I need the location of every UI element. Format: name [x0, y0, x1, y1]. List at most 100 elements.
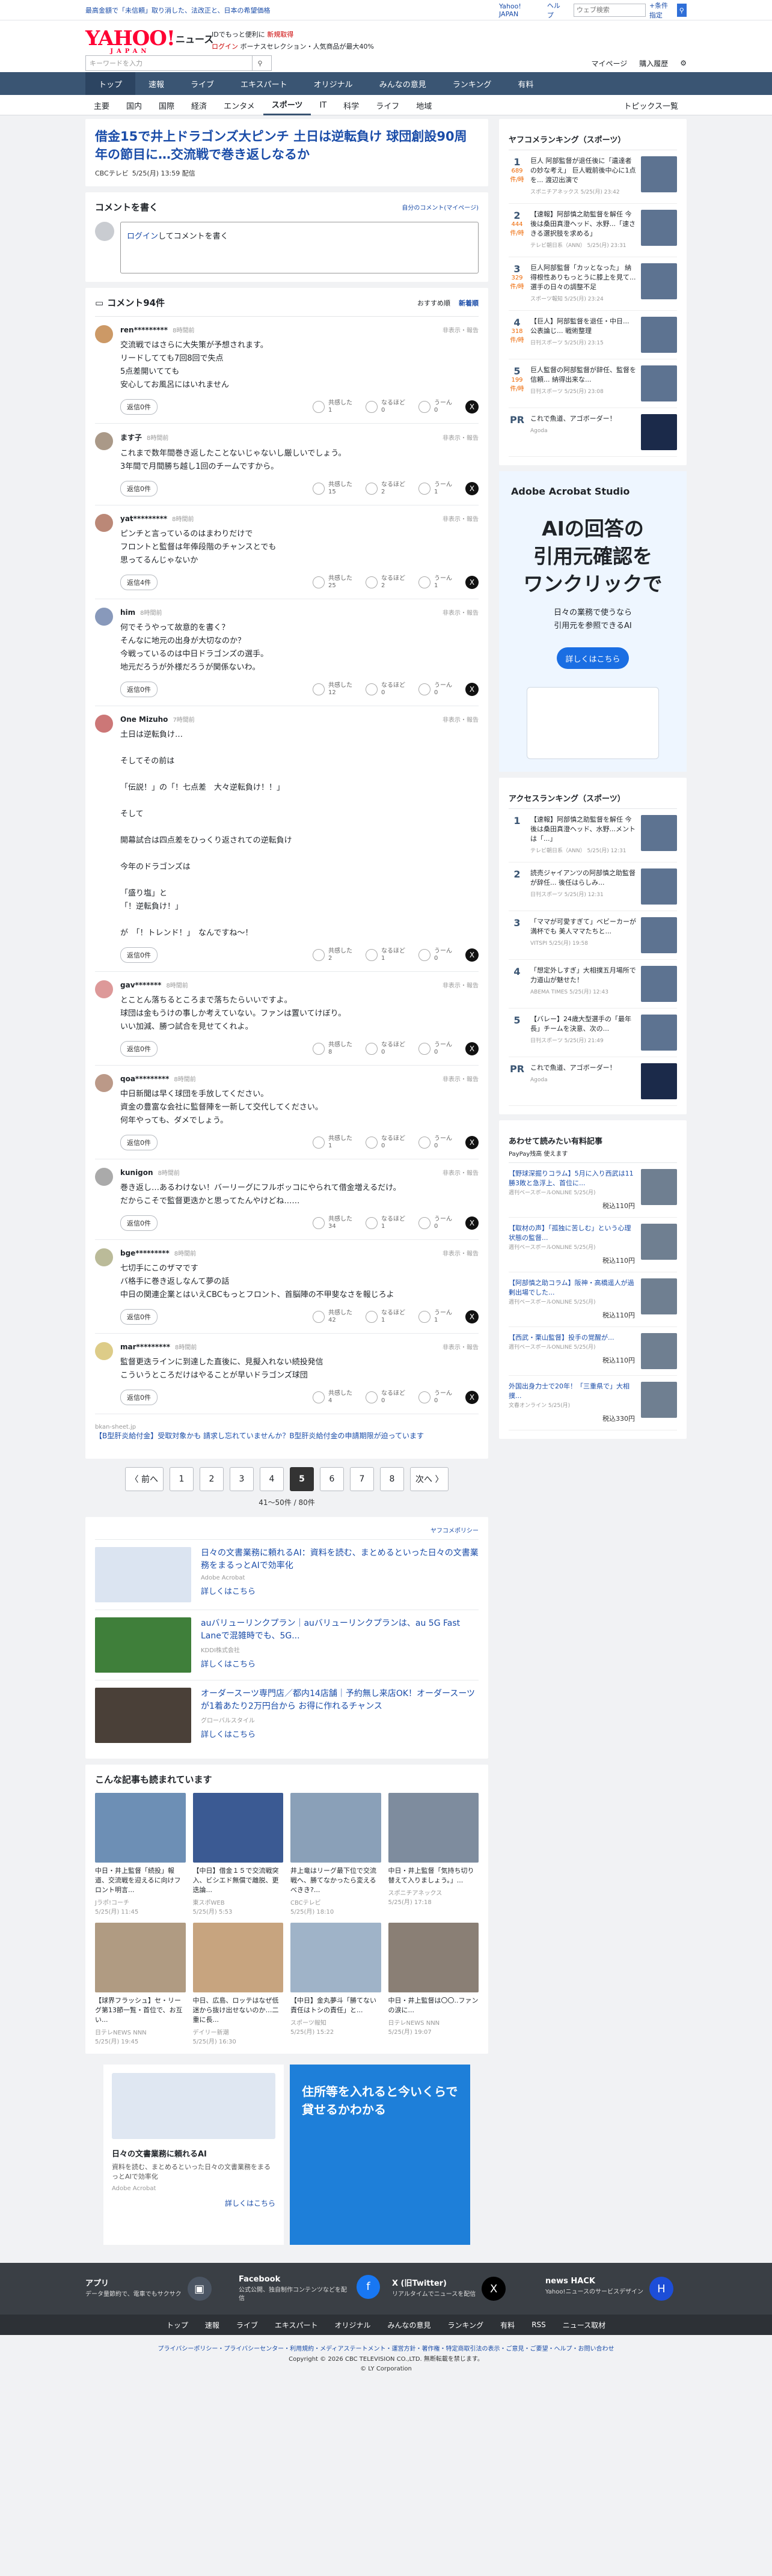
page-number[interactable]: 4	[260, 1467, 284, 1491]
advanced-link[interactable]: +条件指定	[649, 1, 673, 20]
agree-button[interactable]: 共感した 1	[313, 1135, 352, 1150]
related-article[interactable]: 中日・井上監督「続投」報道、交流戦を迎えるに向けフロント明言... Jラポ!コーチ…	[95, 1793, 186, 1915]
topnav-item[interactable]: エキスパート	[227, 72, 301, 95]
x-share-icon[interactable]: X	[465, 1042, 479, 1055]
agree-button[interactable]: 共感した 4	[313, 1390, 352, 1405]
footer-nav-item[interactable]: 有料	[500, 2320, 515, 2330]
web-search-input[interactable]	[573, 4, 646, 17]
report-link[interactable]: 非表示・報告	[443, 433, 479, 442]
footer-nav-item[interactable]: トップ	[167, 2320, 188, 2330]
bottom-ad-right[interactable]: 住所等を入れると今いくらで貸せるかわかる	[290, 2065, 470, 2245]
yahoo-japan-link[interactable]: Yahoo! JAPAN	[499, 2, 539, 18]
related-title[interactable]: 中日・井上監督「気持ち切り替えて入りましょう。」...	[388, 1866, 479, 1885]
related-article[interactable]: 【球界フラッシュ】セ・リーグ第13節一覧・首位で、お互い... 日テレNEWS N…	[95, 1923, 186, 2045]
paid-article[interactable]: 外国出身力士で20年！「三重県で」大相撲... 文春オンライン 5/25(月) 税込…	[509, 1376, 677, 1430]
ad-title[interactable]: auバリューリンクプラン｜auバリューリンクプランは、au 5G Fast La…	[201, 1617, 479, 1643]
prev-button[interactable]: 〈 前へ	[124, 1467, 164, 1491]
category-tab[interactable]: 地域	[408, 95, 440, 115]
comment-textarea[interactable]: ログインしてコメントを書く	[120, 222, 479, 273]
help-link[interactable]: ヘルプ	[547, 1, 565, 20]
ad-link[interactable]: 詳しくはこちら	[201, 1658, 479, 1669]
report-link[interactable]: 非表示・報告	[443, 608, 479, 617]
page-number[interactable]: 5	[290, 1467, 314, 1491]
footer-nav-item[interactable]: ランキング	[448, 2320, 484, 2330]
agree-button[interactable]: 共感した 8	[313, 1042, 352, 1056]
next-button[interactable]: 次へ 〉	[410, 1467, 449, 1491]
insight-button[interactable]: なるほど 0	[366, 682, 405, 697]
category-tab[interactable]: IT	[311, 95, 335, 115]
ranking-title[interactable]: 【巨人】阿部監督を退任・中日... 公表論じ... 戦術整理 日刊スポーツ 5/2…	[530, 317, 636, 353]
hmm-button[interactable]: うーん 0	[418, 682, 452, 697]
ranking-item[interactable]: 1 689 件/時 巨人 阿部監督が退任後に「遺達者の妙な考え」 巨人戦前後中心に1…	[509, 150, 677, 204]
related-title[interactable]: 中日・井上監督「続投」報道、交流戦を迎えるに向けフロント明言...	[95, 1866, 186, 1895]
footer-item[interactable]: アプリ データ量節約で、電車でもサクサク ▣	[85, 2277, 227, 2301]
comment-author[interactable]: kunigon	[120, 1168, 153, 1177]
search-icon[interactable]: ⚲	[252, 56, 268, 70]
article-title[interactable]: 借金15で井上ドラゴンズ大ピンチ 土日は逆転負け 球団創設90周年の節目に…交流…	[95, 127, 479, 163]
agree-button[interactable]: 共感した 25	[313, 575, 352, 590]
insight-button[interactable]: なるほど 0	[366, 1135, 405, 1150]
topnav-item[interactable]: みんなの意見	[366, 72, 440, 95]
ranking-title[interactable]: 巨人監督の阿部監督が辞任、監督を信頼... 納得出来な... 日刊スポーツ 5/2…	[530, 365, 636, 401]
reply-button[interactable]: 返信4件	[120, 575, 158, 590]
x-share-icon[interactable]: X	[465, 400, 479, 414]
related-title[interactable]: 【球界フラッシュ】セ・リーグ第13節一覧・首位で、お互い...	[95, 1996, 186, 2025]
purchase-history-link[interactable]: 購入履歴	[639, 58, 668, 69]
paid-article[interactable]: 【阿部慎之助コラム】阪神・高橋遥人が過剰出場でした... 週刊ベースボールONLI…	[509, 1272, 677, 1327]
sort-recommended[interactable]: おすすめ順	[417, 298, 450, 308]
report-link[interactable]: 非表示・報告	[443, 325, 479, 334]
topics-list-link[interactable]: トピックス一覧	[615, 95, 687, 115]
related-article[interactable]: 【中日】金丸夢斗「勝てない責任はトシの責任」と... スポーツ報知 5/25(月)…	[290, 1923, 381, 2045]
x-share-icon[interactable]: X	[465, 1310, 479, 1323]
hmm-button[interactable]: うーん 0	[418, 1390, 452, 1405]
report-link[interactable]: 非表示・報告	[443, 1168, 479, 1177]
policy-link[interactable]: ヤフコメポリシー	[95, 1525, 479, 1534]
ad-link[interactable]: 詳しくはこちら	[201, 1728, 479, 1739]
reply-button[interactable]: 返信0件	[120, 1135, 158, 1150]
paid-title[interactable]: 【西武・栗山監督】投手の覚醒が... 週刊ベースボールONLINE 5/25(月)…	[509, 1333, 635, 1369]
agree-button[interactable]: 共感した 2	[313, 948, 352, 962]
pr-item[interactable]: PR これで魚道、アゴボーダー！ Agoda	[509, 1057, 677, 1106]
footer-item[interactable]: news HACK Yahoo!ニュースのサービスデザイン H	[545, 2277, 687, 2301]
topnav-item[interactable]: トップ	[85, 72, 136, 95]
native-ad[interactable]: オーダースーツ専門店／都内14店舗｜予約無し来店OK！オーダースーツが1着あたり…	[95, 1680, 479, 1750]
agree-button[interactable]: 共感した 42	[313, 1310, 352, 1324]
report-link[interactable]: 非表示・報告	[443, 514, 479, 523]
comment-ad[interactable]: bkan-sheet.jp 【B型肝炎給付金】受取対象かも 請求し忘れていません…	[95, 1414, 479, 1450]
gear-icon[interactable]: ⚙	[680, 59, 687, 67]
ad-title[interactable]: 日々の文書業務に頼れるAI：資料を読む、まとめるといった日々の文書業務をまるっと…	[201, 1547, 479, 1572]
footer-links[interactable]: プライバシーポリシー・プライバシーセンター・利用規約・メディアステートメント・運…	[0, 2335, 772, 2355]
hmm-button[interactable]: うーん 0	[418, 1135, 452, 1150]
related-title[interactable]: 中日、広島、ロッテはなぜ低迷から抜け出せないのか…二重に長...	[193, 1996, 284, 2025]
report-link[interactable]: 非表示・報告	[443, 1342, 479, 1351]
ranking-title[interactable]: 「想定外しすぎ」大相撲五月場所で力道山が魅せた！ ABEMA TIMES 5/25…	[530, 966, 636, 1002]
ranking-title[interactable]: 巨人阿部監督「カッとなった」 納得根性ありもっとうに膝上を見て... 選手の日々…	[530, 263, 636, 304]
footer-nav-item[interactable]: みんなの意見	[388, 2320, 431, 2330]
paid-title[interactable]: 【野球深掘りコラム】5月に入り西武は11勝3敗と急浮上、首位に... 週刊ベースボ…	[509, 1169, 635, 1211]
ranking-title[interactable]: 「ママが可愛すぎて」ベビーカーが満杯でも 美人ママたちと... VITSPI 5/…	[530, 917, 636, 953]
paid-article[interactable]: 【西武・栗山監督】投手の覚醒が... 週刊ベースボールONLINE 5/25(月)…	[509, 1327, 677, 1376]
native-ad[interactable]: auバリューリンクプラン｜auバリューリンクプランは、au 5G Fast La…	[95, 1610, 479, 1680]
related-article[interactable]: 中日、広島、ロッテはなぜ低迷から抜け出せないのか…二重に長... デイリー新潮 5…	[192, 1923, 284, 2045]
ranking-item[interactable]: 5 【バレー】24歳大型選手の「最年長」チームを決意、次の... 日刊スポーツ 5/…	[509, 1009, 677, 1057]
bottom-ad-left[interactable]: 日々の文書業務に頼れるAI 資料を読む、まとめるといった日々の文書業務をまるっと…	[103, 2065, 284, 2245]
footer-nav-item[interactable]: オリジナル	[335, 2320, 371, 2330]
page-number[interactable]: 1	[170, 1467, 194, 1491]
ranking-item[interactable]: 3 「ママが可愛すぎて」ベビーカーが満杯でも 美人ママたちと... VITSPI 5…	[509, 911, 677, 960]
footer-nav-item[interactable]: RSS	[532, 2321, 546, 2329]
ad-link[interactable]: 詳しくはこちら	[201, 1585, 479, 1596]
footer-item[interactable]: X (旧Twitter) リアルタイムでニュースを配信 X	[392, 2277, 533, 2301]
article-source[interactable]: CBCテレビ	[95, 169, 129, 177]
x-share-icon[interactable]: X	[465, 576, 479, 589]
comment-author[interactable]: gav*******	[120, 981, 161, 989]
page-number[interactable]: 7	[350, 1467, 374, 1491]
x-share-icon[interactable]: X	[465, 482, 479, 495]
hmm-button[interactable]: うーん 0	[418, 948, 452, 962]
comment-author[interactable]: mar*********	[120, 1343, 170, 1351]
category-tab[interactable]: 国内	[118, 95, 150, 115]
category-tab[interactable]: スポーツ	[263, 95, 311, 115]
insight-button[interactable]: なるほど 2	[366, 481, 405, 496]
category-tab[interactable]: エンタメ	[215, 95, 263, 115]
report-link[interactable]: 非表示・報告	[443, 715, 479, 724]
paid-title[interactable]: 外国出身力士で20年！「三重県で」大相撲... 文春オンライン 5/25(月) 税込…	[509, 1382, 635, 1424]
